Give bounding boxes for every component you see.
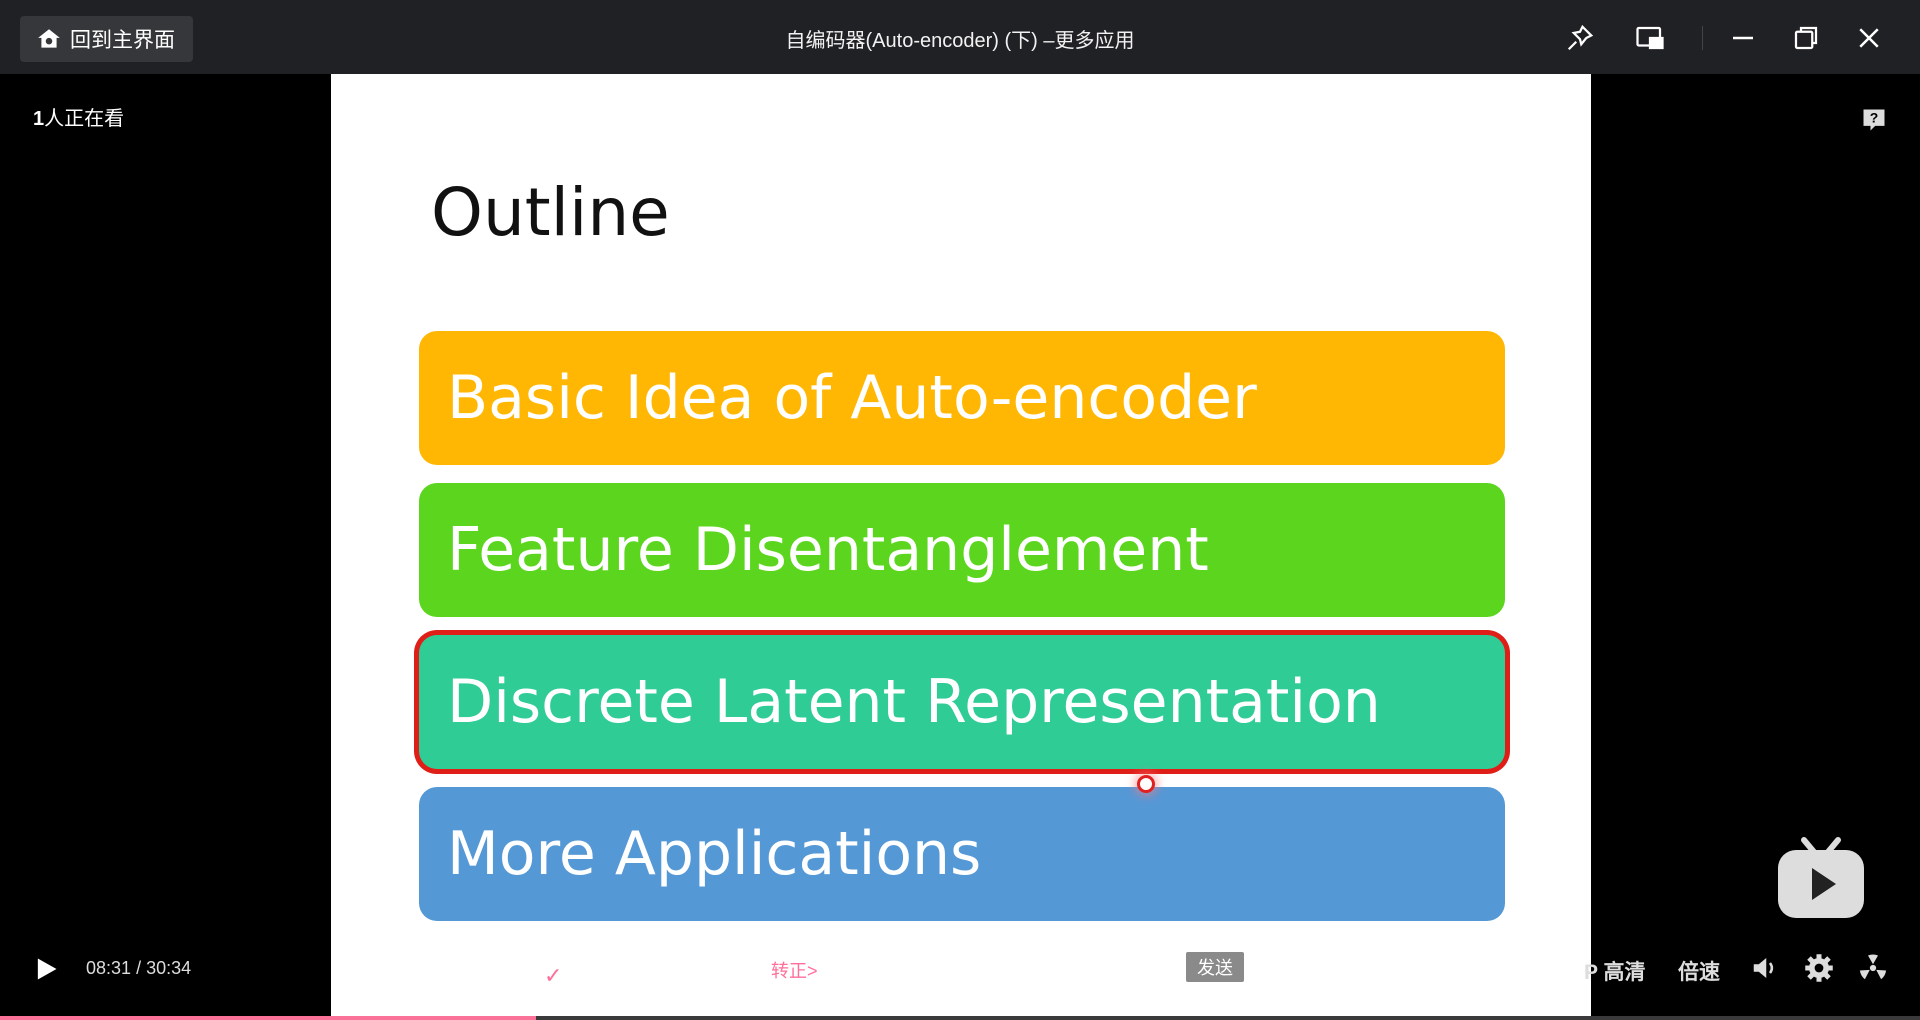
slide-title: Outline [431,174,670,251]
viewers-count: 1人正在看 [33,108,125,130]
close-button[interactable] [1849,18,1889,58]
minimize-button[interactable] [1723,18,1763,58]
bilibili-logo-icon [1778,837,1864,918]
video-stage[interactable]: Outline Basic Idea of Auto-encoder Featu… [0,74,1920,1020]
progress-fill [0,1016,536,1020]
outline-item-more-applications: More Applications [419,787,1505,921]
pin-button[interactable] [1560,18,1600,58]
send-danmaku-button[interactable]: 发送 [1186,952,1244,982]
radiation-icon[interactable] [1858,953,1888,983]
outline-item-basic-idea: Basic Idea of Auto-encoder [419,331,1505,465]
promo-link[interactable]: 转正> [771,957,818,983]
minimize-icon [1733,36,1753,40]
check-mark: ✓ [544,963,563,988]
laser-pointer [1137,775,1155,793]
title-bar: 回到主界面 自编码器(Auto-encoder) (下) –更多应用 [0,0,1920,74]
controls-divider [1702,26,1703,50]
settings-gear-icon[interactable] [1804,953,1834,983]
mini-player-button[interactable] [1630,18,1670,58]
home-icon [38,29,60,48]
restore-icon [1794,26,1818,50]
play-icon[interactable] [32,954,60,984]
quality-button[interactable]: P 高清 [1584,956,1645,986]
time-display: 08:31 / 30:34 [86,958,192,978]
progress-bar[interactable] [0,1016,1920,1020]
volume-icon[interactable] [1750,953,1780,983]
speed-button[interactable]: 倍速 [1678,956,1720,986]
outline-item-feature-disentanglement: Feature Disentanglement [419,483,1505,617]
help-icon[interactable]: ? [1860,106,1888,134]
close-icon [1859,28,1879,48]
current-time: 08:31 [86,958,132,978]
picture-in-picture-icon [1636,26,1664,50]
pin-icon [1567,24,1594,51]
svg-text:?: ? [1870,109,1879,125]
home-button[interactable]: 回到主界面 [20,16,193,62]
player-controls: 08:31 / 30:34 ✓ 转正> 发送 P 高清 倍速 [0,940,1920,992]
outline-item-discrete-latent: Discrete Latent Representation [419,635,1505,769]
total-time: 30:34 [146,958,192,978]
slide: Outline Basic Idea of Auto-encoder Featu… [331,74,1591,1020]
home-button-label: 回到主界面 [70,29,175,52]
restore-button[interactable] [1786,18,1826,58]
